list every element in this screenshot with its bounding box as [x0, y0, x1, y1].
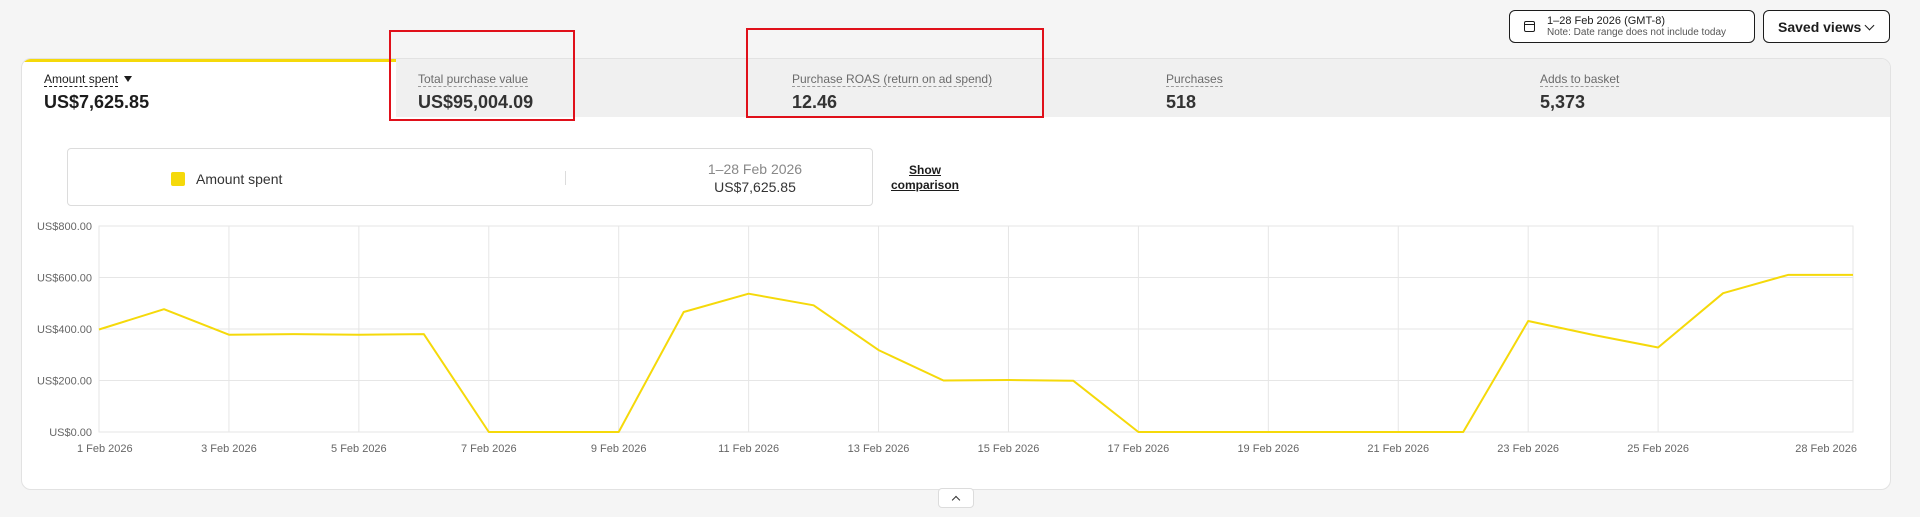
x-tick-label: 1 Feb 2026	[77, 443, 133, 455]
series-line-amount-spent	[98, 273, 1853, 433]
x-tick-label: 19 Feb 2026	[1237, 443, 1299, 455]
amount-spent-line-chart: US$0.00 US$200.00 US$400.00 US$600.00 US$800…	[37, 221, 1857, 455]
x-tick-label: 15 Feb 2026	[978, 443, 1040, 455]
y-tick-label: US$0.00	[49, 427, 92, 439]
y-tick-label: US$800.00	[37, 221, 92, 233]
x-tick-label: 5 Feb 2026	[331, 443, 387, 455]
x-tick-label: 21 Feb 2026	[1367, 443, 1429, 455]
x-tick-label: 17 Feb 2026	[1108, 443, 1170, 455]
x-tick-label: 11 Feb 2026	[718, 443, 779, 455]
x-tick-label: 13 Feb 2026	[848, 443, 910, 455]
x-tick-label: 25 Feb 2026	[1627, 443, 1689, 455]
collapse-chart-button[interactable]	[938, 488, 974, 508]
y-tick-label: US$600.00	[37, 273, 92, 285]
x-tick-label: 7 Feb 2026	[461, 443, 517, 455]
chevron-up-icon	[951, 495, 961, 504]
x-tick-label: 9 Feb 2026	[591, 443, 647, 455]
x-tick-label: 3 Feb 2026	[201, 443, 257, 455]
y-tick-label: US$200.00	[37, 376, 92, 388]
x-tick-label: 28 Feb 2026	[1795, 443, 1857, 455]
x-tick-label: 23 Feb 2026	[1497, 443, 1559, 455]
y-tick-label: US$400.00	[37, 324, 92, 336]
